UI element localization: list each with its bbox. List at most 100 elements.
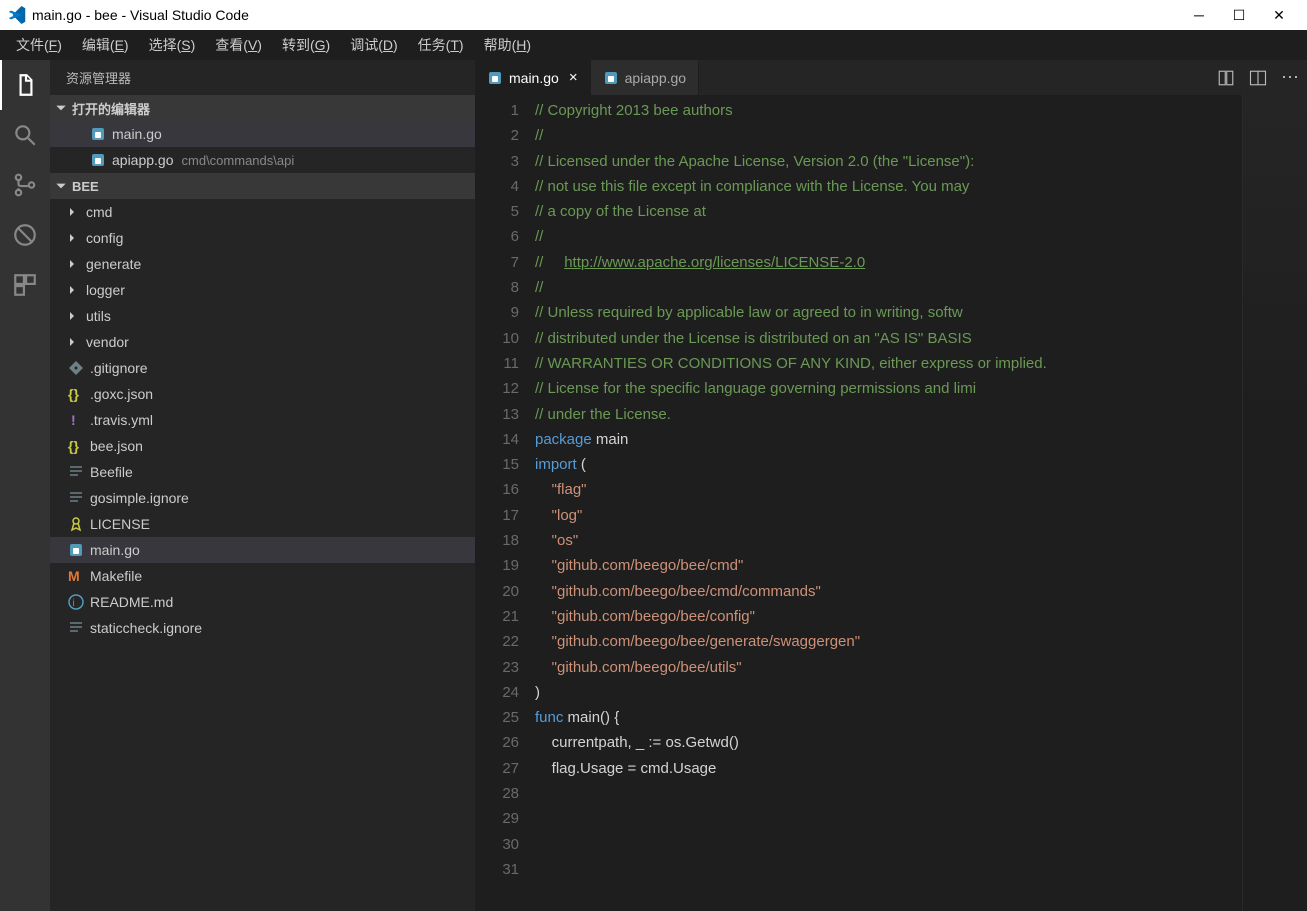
code-editor[interactable]: 1234567891011121314151617181920212223242… [475, 95, 1307, 911]
close-tab-icon[interactable]: × [569, 69, 578, 86]
tab-label: main.go [509, 70, 559, 86]
file-item[interactable]: i README.md [50, 589, 475, 615]
open-editors-section[interactable]: 打开的编辑器 [50, 95, 475, 121]
diff-icon[interactable] [1217, 69, 1235, 87]
file-name: main.go [112, 126, 162, 142]
line-gutter: 1234567891011121314151617181920212223242… [475, 95, 535, 911]
scm-activity[interactable] [0, 160, 50, 210]
chevron-right-icon [66, 258, 78, 270]
folder-name: cmd [86, 204, 112, 220]
file-name: LICENSE [90, 516, 150, 532]
workbench: 资源管理器 打开的编辑器 main.go apiapp.go cmd\command… [0, 60, 1307, 911]
svg-text:i: i [73, 598, 75, 609]
file-name: .gitignore [90, 360, 148, 376]
chevron-right-icon [66, 232, 78, 244]
folder-item[interactable]: vendor [50, 329, 475, 355]
menu-d[interactable]: 调试(D) [340, 31, 407, 59]
source-control-icon [12, 172, 38, 198]
file-name: gosimple.ignore [90, 490, 189, 506]
folder-name: utils [86, 308, 111, 324]
menu-e[interactable]: 编辑(E) [72, 31, 139, 59]
menu-v[interactable]: 查看(V) [205, 31, 272, 59]
search-activity[interactable] [0, 110, 50, 160]
folder-item[interactable]: logger [50, 277, 475, 303]
chevron-right-icon [66, 206, 78, 218]
file-name: .goxc.json [90, 386, 153, 402]
extensions-activity[interactable] [0, 260, 50, 310]
file-name: apiapp.go [112, 152, 174, 168]
extensions-icon [12, 272, 38, 298]
tab-label: apiapp.go [625, 70, 687, 86]
menu-g[interactable]: 转到(G) [272, 31, 340, 59]
folder-item[interactable]: generate [50, 251, 475, 277]
code-content[interactable]: // Copyright 2013 bee authors//// Licens… [535, 95, 1242, 911]
window-titlebar: main.go - bee - Visual Studio Code ─ ☐ ✕ [0, 0, 1307, 30]
menu-t[interactable]: 任务(T) [408, 31, 474, 59]
file-name: Makefile [90, 568, 142, 584]
bug-icon [12, 222, 38, 248]
activity-bar [0, 60, 50, 911]
menu-f[interactable]: 文件(F) [6, 31, 72, 59]
editor-tab[interactable]: main.go × [475, 60, 591, 95]
project-name: BEE [72, 179, 99, 194]
chevron-down-icon [54, 179, 68, 193]
open-editor-item[interactable]: apiapp.go cmd\commands\api [50, 147, 475, 173]
split-editor-icon[interactable] [1249, 69, 1267, 87]
chevron-down-icon [54, 101, 68, 115]
project-section[interactable]: BEE [50, 173, 475, 199]
svg-text:!: ! [71, 412, 76, 428]
chevron-right-icon [66, 284, 78, 296]
file-item[interactable]: Beefile [50, 459, 475, 485]
folder-item[interactable]: utils [50, 303, 475, 329]
svg-text:{}: {} [68, 386, 79, 402]
folder-item[interactable]: config [50, 225, 475, 251]
file-item[interactable]: LICENSE [50, 511, 475, 537]
file-name: staticcheck.ignore [90, 620, 202, 636]
sidebar-title: 资源管理器 [50, 60, 475, 95]
more-actions-icon[interactable]: ⋯ [1281, 67, 1299, 88]
file-name: bee.json [90, 438, 143, 454]
svg-text:M: M [68, 568, 80, 584]
menu-s[interactable]: 选择(S) [139, 31, 206, 59]
search-icon [12, 122, 38, 148]
file-item[interactable]: staticcheck.ignore [50, 615, 475, 641]
file-name: .travis.yml [90, 412, 153, 428]
file-name: main.go [90, 542, 140, 558]
file-path: cmd\commands\api [182, 153, 295, 168]
chevron-right-icon [66, 310, 78, 322]
editor-actions: ⋯ [1209, 60, 1307, 95]
folder-name: logger [86, 282, 125, 298]
file-item[interactable]: gosimple.ignore [50, 485, 475, 511]
open-editors-label: 打开的编辑器 [72, 99, 150, 118]
svg-text:{}: {} [68, 438, 79, 454]
folder-item[interactable]: cmd [50, 199, 475, 225]
debug-activity[interactable] [0, 210, 50, 260]
files-icon [13, 72, 39, 98]
menubar: 文件(F)编辑(E)选择(S)查看(V)转到(G)调试(D)任务(T)帮助(H) [0, 30, 1307, 60]
folder-name: config [86, 230, 123, 246]
open-editor-item[interactable]: main.go [50, 121, 475, 147]
file-name: Beefile [90, 464, 133, 480]
window-title: main.go - bee - Visual Studio Code [32, 7, 249, 23]
file-item[interactable]: ! .travis.yml [50, 407, 475, 433]
file-item[interactable]: main.go [50, 537, 475, 563]
menu-h[interactable]: 帮助(H) [474, 31, 541, 59]
close-window-button[interactable]: ✕ [1259, 0, 1299, 30]
editor-tab[interactable]: apiapp.go [591, 60, 700, 95]
explorer-sidebar: 资源管理器 打开的编辑器 main.go apiapp.go cmd\command… [50, 60, 475, 911]
file-name: README.md [90, 594, 173, 610]
file-item[interactable]: .gitignore [50, 355, 475, 381]
explorer-activity[interactable] [0, 60, 50, 110]
editor-group: main.go × apiapp.go ⋯ 12345678910111213141… [475, 60, 1307, 911]
minimap[interactable] [1242, 95, 1307, 911]
tab-bar: main.go × apiapp.go ⋯ [475, 60, 1307, 95]
folder-name: vendor [86, 334, 129, 350]
file-item[interactable]: {} bee.json [50, 433, 475, 459]
file-item[interactable]: {} .goxc.json [50, 381, 475, 407]
folder-name: generate [86, 256, 141, 272]
maximize-button[interactable]: ☐ [1219, 0, 1259, 30]
vscode-logo-icon [8, 6, 26, 24]
minimize-button[interactable]: ─ [1179, 0, 1219, 30]
chevron-right-icon [66, 336, 78, 348]
file-item[interactable]: M Makefile [50, 563, 475, 589]
